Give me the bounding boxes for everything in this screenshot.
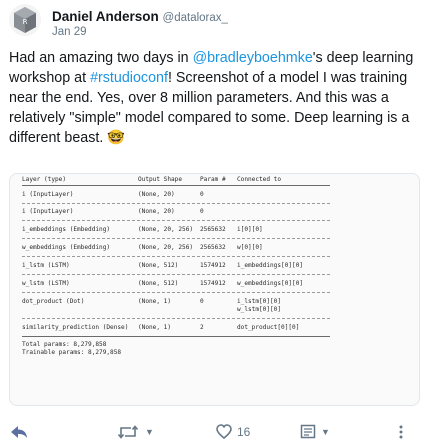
row-shape: (None, 512) [138,262,179,269]
row-shape: (None, 20, 256) [138,244,194,251]
hashtag-link[interactable]: #rstudioconf [90,70,168,86]
row-connected: i_lstm[0][0] [237,298,282,305]
chevron-down-icon: ▼ [321,427,330,437]
row-layer: i (InputLayer) [22,208,74,215]
row-params: 1574912 [200,262,226,269]
row-shape: (None, 20, 256) [138,226,194,233]
col-header-connected: Connected to [237,176,282,183]
row-params: 2565632 [200,244,226,251]
row-divider [22,203,330,204]
row-layer: i_embeddings (Embedding) [22,226,111,233]
row-divider [22,274,330,275]
row-params: 2565632 [200,226,226,233]
row-params: 2 [200,324,204,331]
avatar-icon[interactable]: R [9,4,41,36]
row-layer: dot_product (Dot) [22,298,85,305]
row-connected: i_embeddings[0][0] [237,262,304,269]
like-count: 16 [237,424,251,439]
attached-screenshot[interactable]: Layer (type) Output Shape Param # Connec… [9,173,420,406]
message-icon [300,424,316,439]
row-divider [22,256,330,257]
col-header-layer: Layer (type) [22,176,67,183]
author-display-name[interactable]: Daniel Anderson [52,9,159,24]
row-params: 0 [200,208,204,215]
row-shape: (None, 1) [138,324,172,331]
tweet-text-part: Had an amazing two days in [9,50,193,66]
row-layer: i (InputLayer) [22,191,74,198]
row-shape: (None, 20) [138,191,175,198]
more-button[interactable] [398,424,404,440]
trainable-params: Trainable params: 8,279,858 [22,349,122,356]
dm-button[interactable]: ▼ [300,424,330,440]
row-connected: w_embeddings[0][0] [237,280,304,287]
author-name[interactable]: Daniel Anderson @datalorax_ [52,9,228,24]
chevron-down-icon: ▼ [145,427,154,437]
row-layer: i_lstm (LSTM) [22,262,70,269]
row-layer: w_lstm (LSTM) [22,280,70,287]
row-connected: dot_product[0][0] [237,324,300,331]
emoji: 🤓 [107,130,126,146]
row-shape: (None, 512) [138,280,179,287]
row-shape: (None, 20) [138,208,175,215]
row-connected: w_lstm[0][0] [237,306,282,313]
heart-icon [216,424,232,439]
reply-icon [11,426,27,438]
total-params: Total params: 8,279,858 [22,341,107,348]
col-header-params: Param # [200,176,226,183]
mention-link[interactable]: @bradleyboehmke [193,50,313,66]
row-divider [22,318,330,319]
row-divider [22,292,330,293]
row-layer: w_embeddings (Embedding) [22,244,111,251]
retweet-button[interactable]: ▼ [117,424,154,440]
more-icon [399,425,403,439]
footer-rule [22,336,330,337]
tweet-text: Had an amazing two days in @bradleyboehm… [9,48,417,148]
reply-button[interactable] [10,424,28,440]
tweet-date[interactable]: Jan 29 [52,26,87,38]
row-divider [22,220,330,221]
row-params: 0 [200,191,204,198]
retweet-icon [117,425,139,439]
svg-text:R: R [23,18,28,26]
row-connected: w[0][0] [237,244,263,251]
row-params: 1574912 [200,280,226,287]
header-rule [22,185,330,186]
row-divider [22,238,330,239]
row-layer: similarity_prediction (Dense) [22,324,129,331]
row-connected: i[0][0] [237,226,263,233]
row-params: 0 [200,298,204,305]
like-button[interactable]: 16 [216,424,250,439]
col-header-output: Output Shape [138,176,183,183]
author-handle[interactable]: @datalorax_ [163,12,228,24]
row-shape: (None, 1) [138,298,172,305]
tweet-actions: ▼ 16 ▼ [0,424,425,446]
